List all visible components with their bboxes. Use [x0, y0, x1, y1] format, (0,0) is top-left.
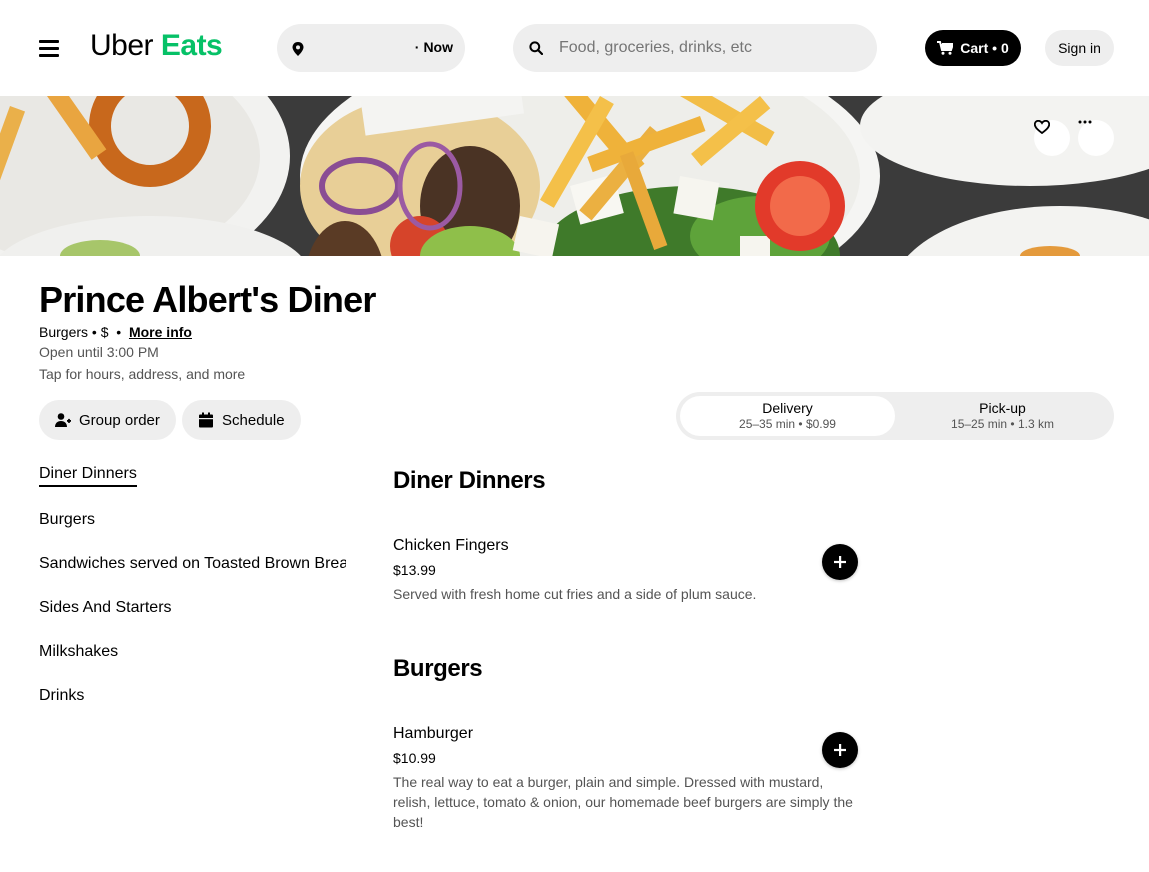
more-options-icon: [1078, 120, 1092, 124]
plus-icon: [834, 556, 846, 568]
opening-hours: Open until 3:00 PM: [39, 344, 159, 360]
uber-eats-logo[interactable]: Uber Eats: [90, 29, 223, 63]
delivery-time-label: · Now: [414, 39, 453, 55]
add-to-cart-button[interactable]: [822, 732, 858, 768]
section-title-diner-dinners: Diner Dinners: [393, 467, 546, 494]
section-title-burgers: Burgers: [393, 655, 483, 682]
category-diner-dinners[interactable]: Diner Dinners: [39, 465, 137, 487]
more-options-button[interactable]: [1078, 120, 1114, 156]
cart-icon: [937, 41, 954, 55]
heart-icon: [1034, 120, 1050, 134]
restaurant-meta: Burgers • $ • More info: [39, 324, 192, 340]
schedule-button[interactable]: Schedule: [182, 400, 301, 440]
category-sandwiches[interactable]: Sandwiches served on Toasted Brown Bread: [39, 555, 346, 573]
search-bar: [513, 24, 877, 72]
add-to-cart-button[interactable]: [822, 544, 858, 580]
pickup-label: Pick-up: [979, 400, 1026, 416]
delivery-location-selector[interactable]: · Now: [277, 24, 465, 72]
menu-item-description: Served with fresh home cut fries and a s…: [393, 586, 757, 602]
restaurant-hero-image: [0, 96, 1149, 256]
menu-item-price: $10.99: [393, 750, 436, 766]
hamburger-menu-icon[interactable]: [39, 40, 59, 57]
sign-in-button[interactable]: Sign in: [1045, 30, 1114, 66]
pickup-option[interactable]: Pick-up 15–25 min • 1.3 km: [895, 396, 1110, 436]
category-burgers[interactable]: Burgers: [39, 511, 346, 529]
search-icon: [529, 41, 543, 55]
schedule-label: Schedule: [222, 411, 285, 429]
menu-item-price: $13.99: [393, 562, 436, 578]
menu-item-name[interactable]: Chicken Fingers: [393, 537, 509, 555]
pickup-details: 15–25 min • 1.3 km: [951, 417, 1054, 431]
delivery-option[interactable]: Delivery 25–35 min • $0.99: [680, 396, 895, 436]
group-order-button[interactable]: Group order: [39, 400, 176, 440]
logo-text-eats: Eats: [160, 29, 223, 62]
menu-item-name[interactable]: Hamburger: [393, 725, 473, 743]
category-sides-starters[interactable]: Sides And Starters: [39, 599, 346, 617]
category-drinks[interactable]: Drinks: [39, 687, 346, 705]
cuisine-price-label: Burgers • $: [39, 324, 109, 340]
store-details-hint[interactable]: Tap for hours, address, and more: [39, 366, 245, 382]
more-info-link[interactable]: More info: [129, 324, 192, 340]
calendar-icon: [199, 412, 213, 428]
delivery-details: 25–35 min • $0.99: [739, 417, 836, 431]
food-photo: [0, 96, 1149, 256]
add-person-icon: [55, 413, 71, 427]
plus-icon: [834, 744, 846, 756]
logo-text-uber: Uber: [90, 29, 154, 62]
search-input[interactable]: [559, 24, 859, 72]
location-pin-icon: [292, 42, 304, 56]
restaurant-name: Prince Albert's Diner: [39, 279, 376, 320]
top-navigation: Uber Eats ·Now Cart • 0 Sign in: [0, 0, 1149, 96]
favorite-button[interactable]: [1034, 120, 1070, 156]
menu-item-description: The real way to eat a burger, plain and …: [393, 774, 853, 830]
group-order-label: Group order: [79, 411, 160, 429]
delivery-label: Delivery: [762, 400, 813, 416]
delivery-pickup-toggle: Delivery 25–35 min • $0.99 Pick-up 15–25…: [676, 392, 1114, 440]
cart-label: Cart • 0: [960, 40, 1009, 56]
separator-dot: •: [112, 324, 126, 340]
category-milkshakes[interactable]: Milkshakes: [39, 643, 346, 661]
cart-button[interactable]: Cart • 0: [925, 30, 1021, 66]
time-now-text: Now: [423, 39, 453, 55]
